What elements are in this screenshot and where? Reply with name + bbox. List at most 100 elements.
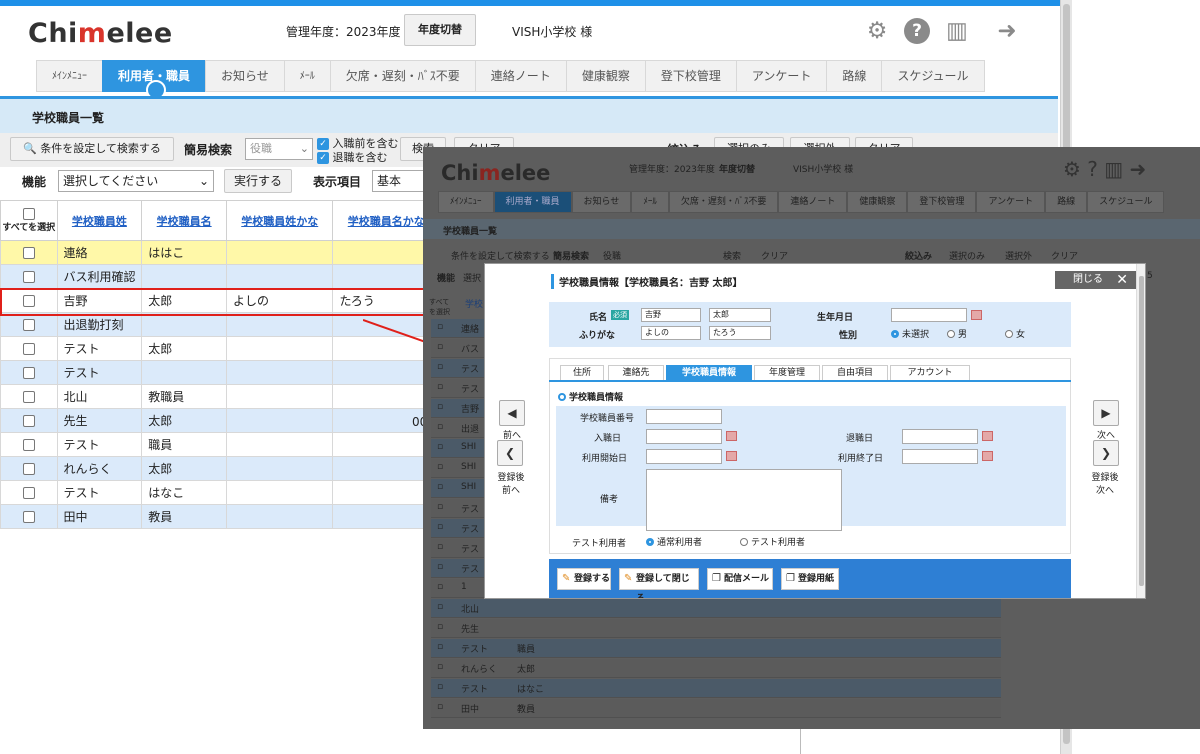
tab-year[interactable]: 年度管理 <box>754 365 820 381</box>
table-row[interactable]: 連絡 ははこ <box>0 240 440 265</box>
note-textarea[interactable] <box>646 469 842 531</box>
sei-kana-input[interactable]: よしの <box>641 326 701 340</box>
row-checkbox[interactable] <box>0 408 58 433</box>
retire-date-input[interactable] <box>902 429 978 444</box>
table-row[interactable]: れんらく 太郎 <box>0 456 440 481</box>
next-button[interactable]: ▶ <box>1093 400 1119 426</box>
register-button[interactable]: 登録する <box>557 568 611 590</box>
register-next-label: 登録後 次へ <box>1091 473 1119 496</box>
modal-scrollbar[interactable] <box>1136 264 1145 598</box>
register-close-button[interactable]: 登録して閉じる <box>619 568 699 598</box>
col-sei[interactable]: 学校職員姓 <box>56 200 143 241</box>
col-sei-kana[interactable]: 学校職員姓かな <box>225 200 334 241</box>
overlay-title: 学校職員一覧 <box>423 219 1200 239</box>
use-start-label: 利用開始日 <box>582 454 628 464</box>
normal-user-radio[interactable]: 通常利用者 <box>646 535 702 548</box>
nav-mail[interactable]: ﾒｰﾙ <box>283 60 330 92</box>
col-mei[interactable]: 学校職員名 <box>141 200 227 241</box>
use-end-input[interactable] <box>902 449 978 464</box>
gender-unset-radio[interactable]: 未選択 <box>891 327 929 340</box>
tab-contact[interactable]: 連絡先 <box>608 365 664 381</box>
table-row[interactable]: テスト 職員 <box>0 432 440 457</box>
calendar-icon[interactable] <box>982 451 993 461</box>
cell-sei: テスト <box>56 480 143 505</box>
register-form-button[interactable]: 登録用紙 <box>781 568 839 590</box>
calendar-icon[interactable] <box>982 431 993 441</box>
row-checkbox[interactable] <box>0 336 58 361</box>
row-checkbox[interactable] <box>0 432 58 457</box>
kana-label: ふりがな <box>579 331 616 341</box>
role-select[interactable]: 役職 ⌄ <box>245 138 313 160</box>
mail-button[interactable]: 配信メール <box>707 568 773 590</box>
overlay-simple: 簡易検索 <box>553 252 590 262</box>
overlay-clear: クリア <box>761 252 789 262</box>
search-conditions-button[interactable]: 🔍 条件を設定して検索する <box>10 137 174 161</box>
table-row[interactable]: 北山 教職員 <box>0 384 440 409</box>
nav-attendance[interactable]: 登下校管理 <box>644 60 736 92</box>
row-checkbox[interactable] <box>0 240 58 265</box>
mei-input[interactable]: 太郎 <box>709 308 771 322</box>
cell-seikana <box>225 360 334 385</box>
gender-male-radio[interactable]: 男 <box>947 327 967 340</box>
row-checkbox[interactable] <box>0 360 58 385</box>
overlay-clear2: クリア <box>1051 252 1079 262</box>
cell-mei: 太郎 <box>141 456 227 481</box>
register-prev-button[interactable]: ❮ <box>497 440 523 466</box>
table-row[interactable]: テスト はなこ <box>0 480 440 505</box>
row-checkbox[interactable] <box>0 312 58 337</box>
calendar-icon[interactable] <box>971 310 982 320</box>
overlay-row-checkbox: ▫ <box>437 702 444 712</box>
gear-icon[interactable]: ⚙ <box>864 18 890 44</box>
overlay-search: 検索 <box>723 252 742 262</box>
gender-label: 性別 <box>839 331 858 341</box>
use-start-input[interactable] <box>646 449 722 464</box>
simple-search-label: 簡易検索 <box>184 143 233 157</box>
nav-main-menu[interactable]: ﾒｲﾝﾒﾆｭｰ <box>36 60 102 92</box>
birth-input[interactable] <box>891 308 967 322</box>
nav-contact-note[interactable]: 連絡ノート <box>474 60 566 92</box>
test-user-radio[interactable]: テスト利用者 <box>740 535 805 548</box>
mei-kana-input[interactable]: たろう <box>709 326 771 340</box>
calendar-icon[interactable] <box>726 451 737 461</box>
nav-health[interactable]: 健康観察 <box>565 60 645 92</box>
prev-button[interactable]: ◀ <box>499 400 525 426</box>
function-select[interactable]: 選択してください ⌄ <box>58 170 214 192</box>
check-retired[interactable]: ✓ 退職を含む <box>317 149 388 165</box>
modal-close-button[interactable]: 閉じる ✕ <box>1055 271 1136 289</box>
year-switch-button[interactable]: 年度切替 <box>404 14 476 46</box>
name-label: 氏名 <box>589 313 608 323</box>
table-row[interactable]: バス利用確認 <box>0 264 440 289</box>
tab-free[interactable]: 自由項目 <box>822 365 888 381</box>
nav-route[interactable]: 路線 <box>826 60 882 92</box>
row-checkbox[interactable] <box>0 480 58 505</box>
tab-account[interactable]: アカウント <box>890 365 970 381</box>
join-date-input[interactable] <box>646 429 722 444</box>
sei-input[interactable]: 吉野 <box>641 308 701 322</box>
select-all-header[interactable]: すべてを選択 <box>0 200 58 241</box>
nav-absence[interactable]: 欠席・遅刻・ﾊﾞｽ不要 <box>329 60 475 92</box>
help-icon[interactable]: ? <box>904 18 930 44</box>
execute-button[interactable]: 実行する <box>224 169 292 193</box>
row-checkbox[interactable] <box>0 456 58 481</box>
table-row[interactable]: 田中 教員 <box>0 504 440 529</box>
nav-users-staff[interactable]: 利用者・職員 <box>102 60 206 100</box>
staff-no-input[interactable] <box>646 409 722 424</box>
book-icon[interactable]: ▥ <box>944 18 970 44</box>
calendar-icon[interactable] <box>726 431 737 441</box>
row-checkbox[interactable] <box>0 264 58 289</box>
nav-schedule[interactable]: スケジュール <box>881 60 985 92</box>
tab-address[interactable]: 住所 <box>560 365 604 381</box>
row-checkbox[interactable] <box>0 384 58 409</box>
table-row[interactable]: 先生 太郎 <box>0 408 440 433</box>
staff-no-label: 学校職員番号 <box>580 414 635 424</box>
overlay-row-checkbox: ▫ <box>437 442 444 452</box>
highlight-selected-row <box>0 288 426 316</box>
nav-notices[interactable]: お知らせ <box>205 60 284 92</box>
tab-staff-info[interactable]: 学校職員情報 <box>666 365 752 381</box>
staff-detail-modal: 学校職員情報【学校職員名：吉野 太郎】 閉じる ✕ 氏名 必須 吉野 太郎 ふりが… <box>484 263 1146 599</box>
logout-icon[interactable]: ➜ <box>994 18 1020 44</box>
gender-female-radio[interactable]: 女 <box>1005 327 1025 340</box>
row-checkbox[interactable] <box>0 504 58 529</box>
nav-survey[interactable]: アンケート <box>735 60 827 92</box>
register-next-button[interactable]: ❯ <box>1093 440 1119 466</box>
